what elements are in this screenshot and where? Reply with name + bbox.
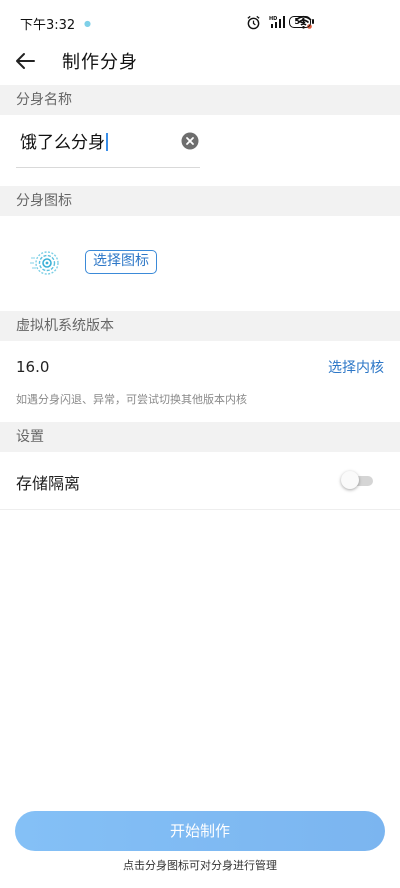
version-value: 16.0	[16, 358, 50, 376]
notification-icon: ●	[84, 19, 91, 28]
status-time: 下午3:32	[20, 18, 76, 33]
app-header: 制作分身	[0, 44, 400, 84]
name-input-value: 饿了么分身	[20, 133, 105, 153]
section-header-name: 分身名称	[0, 85, 400, 115]
name-input-field[interactable]: 饿了么分身	[16, 122, 200, 168]
svg-text:HD: HD	[269, 16, 277, 22]
hd-signal-icon: HD	[269, 16, 285, 28]
alarm-icon	[247, 15, 260, 29]
page-title: 制作分身	[62, 52, 138, 73]
screen: 下午3:32 ● HD 54 制作分身 分身名称 饿了么分身 分身图标 选择图标…	[0, 0, 400, 888]
storage-isolation-label: 存储隔离	[16, 474, 81, 493]
section-header-icon: 分身图标	[0, 186, 400, 216]
name-input[interactable]: 饿了么分身	[20, 128, 108, 153]
version-hint: 如遇分身闪退、异常，可尝试切换其他版本内核	[16, 393, 247, 406]
app-clone-icon[interactable]	[28, 246, 62, 280]
bottom-hint: 点击分身图标可对分身进行管理	[123, 859, 277, 872]
start-creation-button[interactable]: 开始制作	[15, 811, 385, 851]
storage-isolation-toggle[interactable]	[341, 471, 373, 489]
battery-icon: 54	[289, 16, 314, 28]
toggle-knob	[341, 471, 359, 489]
choose-kernel-link[interactable]: 选择内核	[328, 357, 384, 377]
section-header-settings: 设置	[0, 422, 400, 452]
text-caret	[106, 133, 108, 151]
section-header-version: 虚拟机系统版本	[0, 311, 400, 341]
status-bar: 下午3:32 ● HD 54	[0, 0, 400, 44]
divider	[0, 509, 400, 510]
clear-icon[interactable]	[181, 132, 199, 150]
choose-icon-button[interactable]: 选择图标	[85, 250, 157, 274]
back-arrow-icon[interactable]	[14, 50, 36, 72]
